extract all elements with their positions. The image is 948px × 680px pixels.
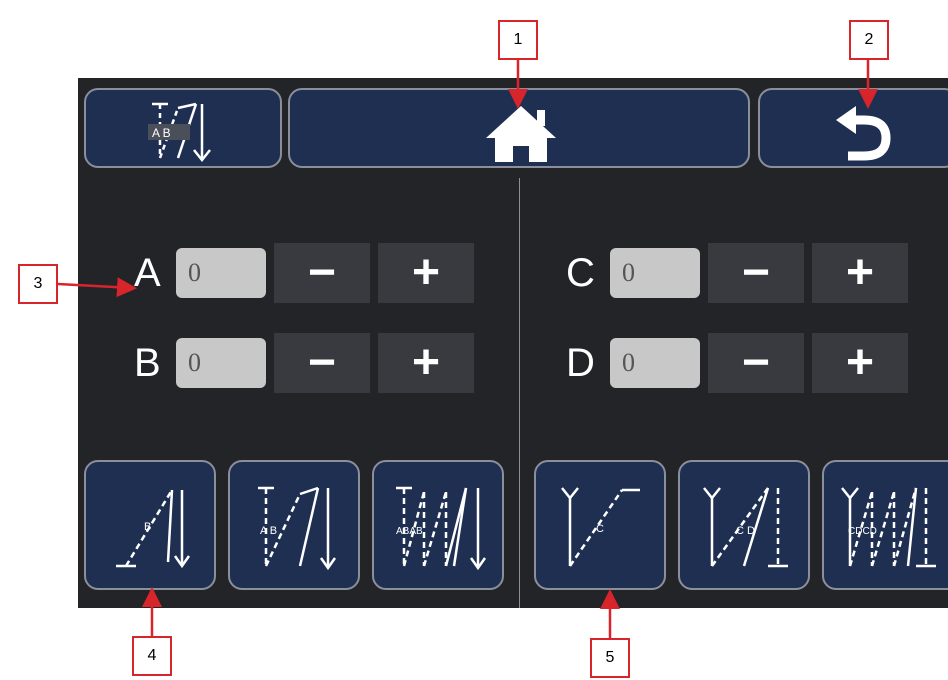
param-a-input[interactable]: 0 [176, 248, 266, 298]
home-icon [486, 106, 556, 162]
stitch-ab-icon: A B [148, 102, 211, 163]
pattern-start-ab-button[interactable]: A B [228, 460, 360, 590]
device-screen: A B A 0 − + B 0 − + C 0 − + D 0 − + B A … [78, 78, 948, 608]
start-backtack-abab-icon: ABAB [396, 486, 487, 571]
param-b-label: B [134, 341, 161, 385]
param-c-label: C [566, 251, 595, 295]
param-b-minus-button[interactable]: − [274, 333, 370, 393]
param-a-minus-button[interactable]: − [274, 243, 370, 303]
end-backtack-cdcd-icon: CDCD [841, 487, 936, 568]
start-backtack-ab-icon: A B [258, 486, 337, 571]
callout-4: 4 [132, 636, 172, 676]
start-b-text: B [144, 521, 151, 533]
callout-2: 2 [849, 20, 889, 60]
stitch-mode-button[interactable]: A B [84, 88, 282, 168]
start-abab-text: ABAB [396, 526, 423, 537]
end-cd-text: C D [736, 525, 755, 537]
pattern-start-abab-button[interactable]: ABAB [372, 460, 504, 590]
end-cdcd-text: CDCD [848, 526, 877, 537]
param-c-plus-button[interactable]: + [812, 243, 908, 303]
callout-3: 3 [18, 264, 58, 304]
param-b-plus-button[interactable]: + [378, 333, 474, 393]
end-backtack-cd-icon: C D [703, 487, 788, 568]
callout-5: 5 [590, 638, 630, 678]
home-button[interactable] [288, 88, 750, 168]
pattern-end-c-button[interactable]: C [534, 460, 666, 590]
end-c-text: C [596, 523, 604, 535]
param-c-input[interactable]: 0 [610, 248, 700, 298]
pattern-end-cdcd-button[interactable]: CDCD [822, 460, 948, 590]
center-divider [519, 178, 520, 608]
param-b-input[interactable]: 0 [176, 338, 266, 388]
pattern-end-cd-button[interactable]: C D [678, 460, 810, 590]
param-a-label: A [134, 251, 161, 295]
param-a-plus-button[interactable]: + [378, 243, 474, 303]
param-d-plus-button[interactable]: + [812, 333, 908, 393]
param-d-label: D [566, 341, 595, 385]
back-button[interactable] [758, 88, 948, 168]
back-undo-icon [836, 106, 891, 161]
param-c-minus-button[interactable]: − [708, 243, 804, 303]
pattern-start-b-button[interactable]: B [84, 460, 216, 590]
start-backtack-b-icon: B [116, 489, 191, 569]
end-backtack-c-icon: C [561, 487, 640, 567]
param-d-minus-button[interactable]: − [708, 333, 804, 393]
start-ab-text: A B [260, 525, 277, 537]
stitch-ab-text: A B [152, 126, 171, 140]
callout-1: 1 [498, 20, 538, 60]
param-d-input[interactable]: 0 [610, 338, 700, 388]
